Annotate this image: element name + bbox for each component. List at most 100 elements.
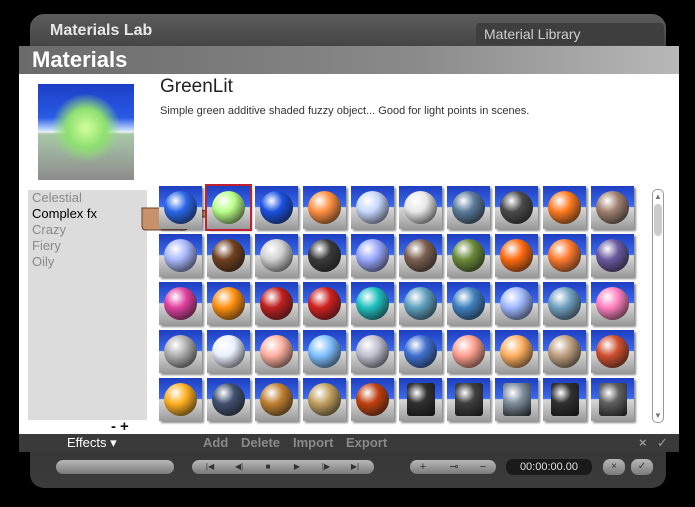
material-thumbnail[interactable] — [543, 282, 586, 325]
material-thumbnail[interactable] — [543, 330, 586, 373]
add-category-button[interactable]: + — [120, 418, 133, 435]
material-thumbnail[interactable] — [303, 282, 346, 325]
material-sphere — [500, 191, 533, 224]
delete-button[interactable]: Delete — [241, 434, 280, 452]
material-thumbnail[interactable] — [303, 234, 346, 277]
material-thumbnail[interactable] — [159, 330, 202, 373]
material-thumbnail[interactable] — [543, 378, 586, 421]
category-item-selected[interactable]: Complex fx — [28, 206, 147, 222]
material-thumbnail[interactable] — [351, 330, 394, 373]
material-thumbnail[interactable] — [399, 282, 442, 325]
category-controls: -+ — [111, 418, 133, 435]
go-end-button[interactable]: ▶| — [341, 460, 369, 474]
material-sphere — [260, 287, 293, 320]
frame-track[interactable] — [56, 460, 174, 474]
material-thumbnail[interactable] — [399, 378, 442, 421]
confirm-icon[interactable]: ✓ — [631, 459, 653, 475]
material-sphere — [455, 383, 483, 416]
material-sphere — [356, 191, 389, 224]
add-keyframe-button[interactable]: + — [414, 460, 432, 474]
material-thumbnail[interactable] — [447, 282, 490, 325]
material-sphere — [356, 335, 389, 368]
scroll-up-icon[interactable]: ▲ — [654, 192, 662, 201]
material-thumbnail[interactable] — [447, 186, 490, 229]
ok-button[interactable]: ✓ — [657, 434, 668, 452]
material-thumbnail[interactable] — [159, 186, 202, 229]
material-thumbnail[interactable] — [495, 378, 538, 421]
category-item[interactable]: Oily — [28, 254, 147, 270]
material-sphere — [599, 383, 627, 416]
material-thumbnail[interactable] — [495, 282, 538, 325]
material-thumbnail[interactable] — [447, 330, 490, 373]
remove-keyframe-button[interactable]: − — [474, 460, 492, 474]
material-thumbnail[interactable] — [159, 282, 202, 325]
material-thumbnail[interactable] — [591, 234, 634, 277]
effects-menu[interactable]: Effects ▾ — [67, 434, 117, 452]
material-thumbnail[interactable] — [159, 378, 202, 421]
material-thumbnail[interactable] — [303, 330, 346, 373]
scroll-thumb[interactable] — [654, 204, 662, 236]
stop-button[interactable]: ■ — [254, 460, 282, 474]
material-sphere — [404, 191, 437, 224]
material-thumbnail[interactable] — [303, 378, 346, 421]
material-thumbnail[interactable] — [399, 234, 442, 277]
cancel-button[interactable]: × — [639, 434, 647, 452]
play-button[interactable]: ▶ — [283, 460, 311, 474]
material-thumbnail[interactable] — [207, 330, 250, 373]
material-thumbnail[interactable] — [351, 234, 394, 277]
material-sphere — [596, 191, 629, 224]
material-thumbnail[interactable] — [495, 234, 538, 277]
material-thumbnail[interactable] — [255, 234, 298, 277]
material-thumbnail[interactable] — [255, 282, 298, 325]
grid-scrollbar[interactable]: ▲ ▼ — [652, 189, 664, 423]
material-thumbnail[interactable] — [447, 234, 490, 277]
import-button[interactable]: Import — [293, 434, 333, 452]
material-sphere — [452, 191, 485, 224]
remove-category-button[interactable]: - — [111, 418, 120, 435]
category-list[interactable]: Celestial Complex fx Crazy Fiery Oily — [28, 190, 147, 420]
material-thumbnail[interactable] — [351, 282, 394, 325]
tab-material-library[interactable]: Material Library — [476, 23, 664, 45]
add-button[interactable]: Add — [203, 434, 228, 452]
category-item[interactable]: Fiery — [28, 238, 147, 254]
material-thumbnail[interactable] — [447, 378, 490, 421]
material-thumbnail[interactable] — [351, 378, 394, 421]
material-thumbnail[interactable] — [255, 186, 298, 229]
material-thumbnail[interactable] — [205, 184, 252, 231]
time-display: 00:00:00.00 — [506, 459, 592, 475]
material-thumbnail[interactable] — [591, 282, 634, 325]
material-thumbnail[interactable] — [159, 234, 202, 277]
material-thumbnail[interactable] — [495, 330, 538, 373]
material-thumbnail[interactable] — [207, 378, 250, 421]
effects-label: Effects — [67, 435, 107, 450]
material-thumbnail[interactable] — [207, 234, 250, 277]
materials-panel: Materials GreenLit Simple green additive… — [19, 46, 679, 452]
material-thumbnail[interactable] — [399, 330, 442, 373]
material-sphere — [548, 239, 581, 272]
step-back-button[interactable]: ◀| — [225, 460, 253, 474]
material-thumbnail[interactable] — [399, 186, 442, 229]
material-preview[interactable] — [38, 84, 134, 189]
preview-menu-arrow-icon[interactable] — [122, 182, 134, 189]
key-icon[interactable]: ⊸ — [434, 460, 474, 474]
material-thumbnail[interactable] — [591, 378, 634, 421]
close-icon[interactable]: × — [603, 459, 625, 475]
material-thumbnail[interactable] — [591, 186, 634, 229]
material-thumbnail[interactable] — [255, 330, 298, 373]
material-thumbnail[interactable] — [351, 186, 394, 229]
material-sphere — [212, 287, 245, 320]
export-button[interactable]: Export — [346, 434, 387, 452]
scroll-down-icon[interactable]: ▼ — [654, 411, 662, 420]
material-thumbnail[interactable] — [543, 234, 586, 277]
material-thumbnail[interactable] — [207, 282, 250, 325]
material-grid[interactable] — [159, 184, 639, 422]
material-thumbnail[interactable] — [543, 186, 586, 229]
material-thumbnail[interactable] — [255, 378, 298, 421]
material-thumbnail[interactable] — [303, 186, 346, 229]
material-thumbnail[interactable] — [591, 330, 634, 373]
go-start-button[interactable]: |◀ — [196, 460, 224, 474]
category-item[interactable]: Crazy — [28, 222, 147, 238]
material-thumbnail[interactable] — [495, 186, 538, 229]
category-item[interactable]: Celestial — [28, 190, 147, 206]
step-forward-button[interactable]: |▶ — [312, 460, 340, 474]
